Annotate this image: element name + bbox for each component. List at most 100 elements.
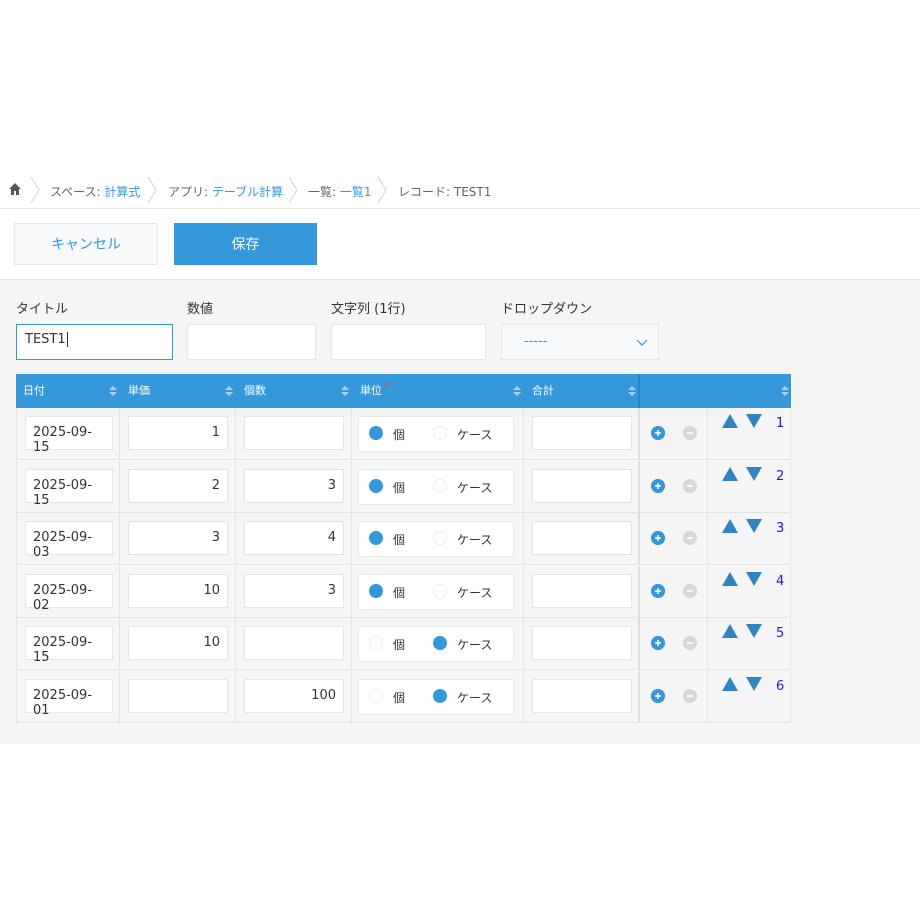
move-up-icon[interactable] [722, 624, 738, 639]
cancel-button[interactable]: キャンセル [14, 223, 158, 265]
number-field[interactable] [187, 324, 316, 360]
sort-icon[interactable] [341, 386, 349, 396]
qty-field[interactable]: 4 [244, 521, 344, 556]
unit-option-label: ケース [457, 533, 493, 548]
sort-icon[interactable] [109, 386, 117, 396]
row-action-cell [640, 460, 708, 513]
add-row-icon[interactable] [651, 531, 665, 546]
row-move-cell: 1 [708, 408, 791, 460]
unit-radio-case[interactable] [433, 478, 447, 493]
sort-icon[interactable] [225, 386, 233, 396]
unit-radio-piece[interactable] [369, 689, 383, 703]
price-field[interactable] [128, 679, 228, 713]
price-cell: 2 [120, 460, 236, 513]
unit-option-label: 個 [393, 533, 406, 548]
dropdown-select[interactable]: ----- [501, 324, 659, 360]
remove-row-icon[interactable] [683, 531, 697, 546]
total-cell [524, 565, 640, 618]
move-up-icon[interactable] [722, 571, 738, 586]
number-label: 数値 [187, 302, 214, 317]
sort-icon[interactable] [513, 386, 521, 396]
qty-field[interactable]: 100 [244, 679, 344, 713]
total-cell [524, 460, 640, 513]
total-field [532, 416, 632, 450]
date-field[interactable]: 2025-09-02 [25, 573, 113, 613]
move-down-icon[interactable] [746, 677, 762, 691]
breadcrumb-space[interactable]: スペース: 計算式 [50, 183, 140, 200]
qty-cell: 4 [236, 513, 352, 566]
move-down-icon[interactable] [746, 571, 762, 586]
add-row-icon[interactable] [651, 636, 665, 651]
breadcrumb-view[interactable]: 一覧: 一覧1 [308, 183, 372, 200]
unit-radio-case[interactable] [433, 689, 447, 703]
move-down-icon[interactable] [746, 414, 762, 428]
table-row: 2025-09-01 100 個 ケース 6 [16, 671, 791, 723]
title-field[interactable]: TEST1 [16, 324, 173, 360]
total-cell [524, 671, 640, 723]
breadcrumb-separator-icon [377, 176, 387, 204]
date-field[interactable]: 2025-09-15 [25, 468, 113, 508]
row-move-cell: 3 [708, 513, 791, 566]
add-row-icon[interactable] [651, 426, 665, 440]
remove-row-icon[interactable] [683, 426, 697, 440]
qty-field[interactable]: 3 [244, 573, 344, 608]
date-field[interactable]: 2025-09-03 [25, 521, 113, 560]
table-row: 2025-09-15 1 個 ケース 1 [16, 408, 791, 460]
qty-field[interactable] [244, 626, 344, 661]
remove-row-icon[interactable] [683, 689, 697, 703]
move-up-icon[interactable] [722, 466, 738, 481]
price-cell [120, 671, 236, 723]
total-field [532, 521, 632, 556]
text-field[interactable] [331, 324, 486, 360]
date-cell: 2025-09-03 [16, 513, 120, 566]
remove-row-icon[interactable] [683, 478, 697, 493]
unit-radio-piece[interactable] [369, 478, 383, 493]
record-form: タイトル TEST1 数値 文字列 (1行) ドロップダウン ----- 日付 … [0, 280, 920, 744]
unit-option-label: ケース [457, 638, 493, 653]
unit-radio-case[interactable] [433, 583, 447, 598]
move-up-icon[interactable] [722, 414, 738, 428]
price-cell: 10 [120, 618, 236, 671]
save-button[interactable]: 保存 [174, 223, 317, 265]
home-icon[interactable] [8, 182, 22, 196]
move-down-icon[interactable] [746, 519, 762, 534]
add-row-icon[interactable] [651, 478, 665, 493]
remove-row-icon[interactable] [683, 636, 697, 651]
qty-field[interactable] [244, 416, 344, 450]
price-field[interactable]: 10 [128, 573, 228, 608]
dropdown-value: ----- [524, 334, 548, 349]
move-up-icon[interactable] [722, 677, 738, 691]
sort-icon[interactable] [781, 386, 789, 396]
unit-radio-piece[interactable] [369, 583, 383, 598]
unit-option-label: ケース [457, 585, 493, 600]
unit-cell: 個 ケース [352, 460, 524, 513]
unit-radio-case[interactable] [433, 531, 447, 546]
move-up-icon[interactable] [722, 519, 738, 534]
unit-radio-piece[interactable] [369, 531, 383, 546]
row-action-cell [640, 408, 708, 460]
breadcrumb-separator-icon [288, 176, 298, 204]
breadcrumb-app[interactable]: アプリ: テーブル計算 [168, 183, 283, 200]
unit-radio-piece[interactable] [369, 426, 383, 440]
unit-radio-group: 個 ケース [358, 626, 514, 663]
qty-field[interactable]: 3 [244, 468, 344, 503]
price-field[interactable]: 3 [128, 521, 228, 556]
price-field[interactable]: 2 [128, 468, 228, 503]
move-down-icon[interactable] [746, 624, 762, 639]
unit-radio-case[interactable] [433, 426, 447, 440]
unit-radio-piece[interactable] [369, 636, 383, 651]
total-field [532, 573, 632, 608]
price-field[interactable]: 10 [128, 626, 228, 661]
move-down-icon[interactable] [746, 466, 762, 481]
unit-cell: 個 ケース [352, 618, 524, 671]
date-field[interactable]: 2025-09-15 [25, 626, 113, 665]
add-row-icon[interactable] [651, 689, 665, 703]
unit-option-label: ケース [457, 691, 493, 705]
sort-icon[interactable] [628, 386, 636, 396]
remove-row-icon[interactable] [683, 583, 697, 598]
price-field[interactable]: 1 [128, 416, 228, 450]
date-field[interactable]: 2025-09-15 [25, 416, 113, 455]
unit-radio-case[interactable] [433, 636, 447, 651]
date-field[interactable]: 2025-09-01 [25, 679, 113, 718]
add-row-icon[interactable] [651, 583, 665, 598]
